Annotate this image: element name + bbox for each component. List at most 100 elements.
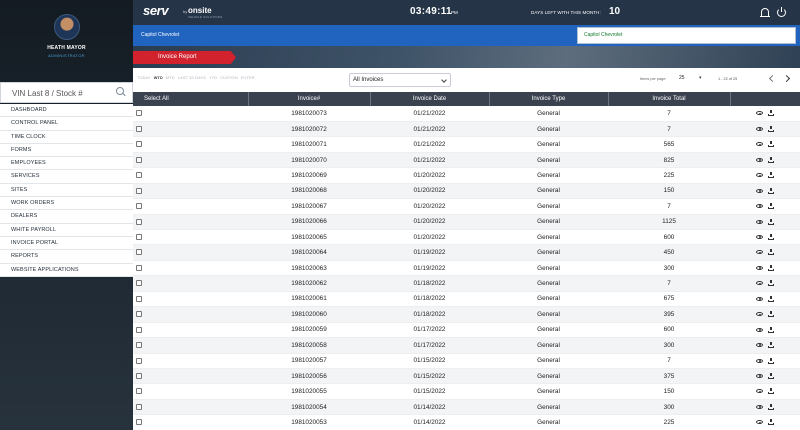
range-filter[interactable]: FILTER (241, 76, 255, 80)
eye-icon[interactable] (756, 404, 763, 409)
download-icon[interactable] (768, 264, 774, 271)
row-checkbox[interactable] (136, 388, 142, 395)
download-icon[interactable] (768, 156, 774, 163)
row-checkbox[interactable] (136, 311, 142, 318)
eye-icon[interactable] (756, 157, 763, 162)
table-row[interactable]: 1981020073 01/21/2022 General 7 (133, 106, 800, 122)
row-checkbox[interactable] (136, 156, 142, 163)
table-row[interactable]: 1981020061 01/18/2022 General 675 (133, 291, 800, 308)
eye-icon[interactable] (756, 389, 763, 394)
eye-icon[interactable] (756, 312, 763, 317)
table-row[interactable]: 1981020059 01/17/2022 General 600 (133, 322, 800, 339)
table-row[interactable]: 1981020063 01/19/2022 General 300 (133, 260, 800, 277)
invoice-total-header[interactable]: Invoice Total (608, 92, 731, 106)
download-icon[interactable] (768, 419, 774, 426)
download-icon[interactable] (768, 403, 774, 410)
download-icon[interactable] (768, 203, 774, 210)
range-custom[interactable]: CUSTOM (220, 76, 238, 80)
eye-icon[interactable] (756, 173, 763, 178)
range-mtd[interactable]: MTD (166, 76, 175, 80)
eye-icon[interactable] (756, 373, 763, 378)
download-icon[interactable] (768, 326, 774, 333)
download-icon[interactable] (768, 187, 774, 194)
invoice-type-header[interactable]: Invoice Type (489, 92, 609, 106)
row-checkbox[interactable] (136, 342, 142, 349)
table-row[interactable]: 1981020071 01/21/2022 General 565 (133, 136, 800, 153)
row-checkbox[interactable] (136, 372, 142, 379)
row-checkbox[interactable] (136, 234, 142, 241)
sidebar-item-website-applications[interactable]: WEBSITE APPLICATIONS (0, 264, 133, 277)
sidebar-item-dealers[interactable]: DEALERS (0, 210, 133, 224)
row-checkbox[interactable] (136, 187, 142, 194)
next-page-icon[interactable] (782, 74, 791, 83)
table-row[interactable]: 1981020067 01/20/2022 General 7 (133, 198, 800, 215)
range-ytd[interactable]: YTD (209, 76, 217, 80)
download-icon[interactable] (768, 172, 774, 179)
download-icon[interactable] (768, 388, 774, 395)
caret-down-icon[interactable]: ▾ (699, 75, 702, 81)
eye-icon[interactable] (756, 420, 763, 425)
row-checkbox[interactable] (136, 264, 142, 271)
download-icon[interactable] (768, 342, 774, 349)
table-row[interactable]: 1981020065 01/20/2022 General 600 (133, 229, 800, 246)
download-icon[interactable] (768, 295, 774, 302)
range-today[interactable]: TODAY (137, 76, 151, 80)
table-row[interactable]: 1981020054 01/14/2022 General 300 (133, 399, 800, 416)
row-checkbox[interactable] (136, 403, 142, 410)
prev-page-icon[interactable] (768, 74, 777, 83)
table-row[interactable]: 1981020060 01/18/2022 General 395 (133, 306, 800, 323)
download-icon[interactable] (768, 311, 774, 318)
avatar[interactable] (53, 14, 80, 40)
eye-icon[interactable] (756, 358, 763, 363)
items-per-page-select[interactable]: 25 (679, 75, 685, 81)
sidebar-item-work-orders[interactable]: WORK ORDERS (0, 197, 133, 211)
search-input[interactable] (1, 84, 111, 103)
invoice-number-header[interactable]: Invoice# (248, 92, 371, 106)
download-icon[interactable] (768, 141, 774, 148)
eye-icon[interactable] (756, 250, 763, 255)
row-checkbox[interactable] (136, 280, 142, 287)
download-icon[interactable] (768, 280, 774, 287)
sidebar-item-control-panel[interactable]: CONTROL PANEL (0, 117, 133, 131)
download-icon[interactable] (768, 218, 774, 225)
row-checkbox[interactable] (136, 110, 142, 117)
row-checkbox[interactable] (136, 172, 142, 179)
row-checkbox[interactable] (136, 249, 142, 256)
table-row[interactable]: 1981020068 01/20/2022 General 150 (133, 183, 800, 200)
eye-icon[interactable] (756, 281, 763, 286)
sidebar-item-services[interactable]: SERVICES (0, 170, 133, 184)
download-icon[interactable] (768, 125, 774, 132)
row-checkbox[interactable] (136, 357, 142, 364)
sidebar-item-dashboard[interactable]: DASHBOARD (0, 104, 133, 118)
invoice-date-header[interactable]: Invoice Date (370, 92, 490, 106)
sidebar-item-invoice-portal[interactable]: INVOICE PORTAL (0, 237, 133, 251)
select-all-header[interactable]: Select All (133, 92, 249, 106)
row-checkbox[interactable] (136, 218, 142, 225)
row-checkbox[interactable] (136, 295, 142, 302)
row-checkbox[interactable] (136, 326, 142, 333)
sidebar-item-sites[interactable]: SITES (0, 184, 133, 198)
eye-icon[interactable] (756, 219, 763, 224)
row-checkbox[interactable] (136, 419, 142, 426)
eye-icon[interactable] (756, 111, 763, 116)
range-wtd[interactable]: WTD (154, 76, 163, 80)
search-icon[interactable] (116, 87, 124, 95)
bell-icon[interactable] (760, 8, 770, 17)
row-checkbox[interactable] (136, 203, 142, 210)
eye-icon[interactable] (756, 265, 763, 270)
eye-icon[interactable] (756, 235, 763, 240)
sidebar-item-white-payroll[interactable]: WHITE PAYROLL (0, 224, 133, 237)
eye-icon[interactable] (756, 142, 763, 147)
eye-icon[interactable] (756, 126, 763, 131)
table-row[interactable]: 1981020055 01/15/2022 General 150 (133, 383, 800, 400)
sidebar-item-time-clock[interactable]: TIME CLOCK (0, 131, 133, 144)
download-icon[interactable] (768, 249, 774, 256)
table-row[interactable]: 1981020056 01/15/2022 General 375 (133, 368, 800, 385)
table-row[interactable]: 1981020072 01/21/2022 General 7 (133, 121, 800, 138)
download-icon[interactable] (768, 234, 774, 241)
sidebar-item-forms[interactable]: FORMS (0, 144, 133, 158)
invoice-report-tab[interactable]: Invoice Report (133, 51, 236, 64)
table-row[interactable]: 1981020062 01/18/2022 General 7 (133, 275, 800, 292)
dealer-select[interactable]: Capitol Chevrolet (577, 27, 796, 44)
eye-icon[interactable] (756, 204, 763, 209)
